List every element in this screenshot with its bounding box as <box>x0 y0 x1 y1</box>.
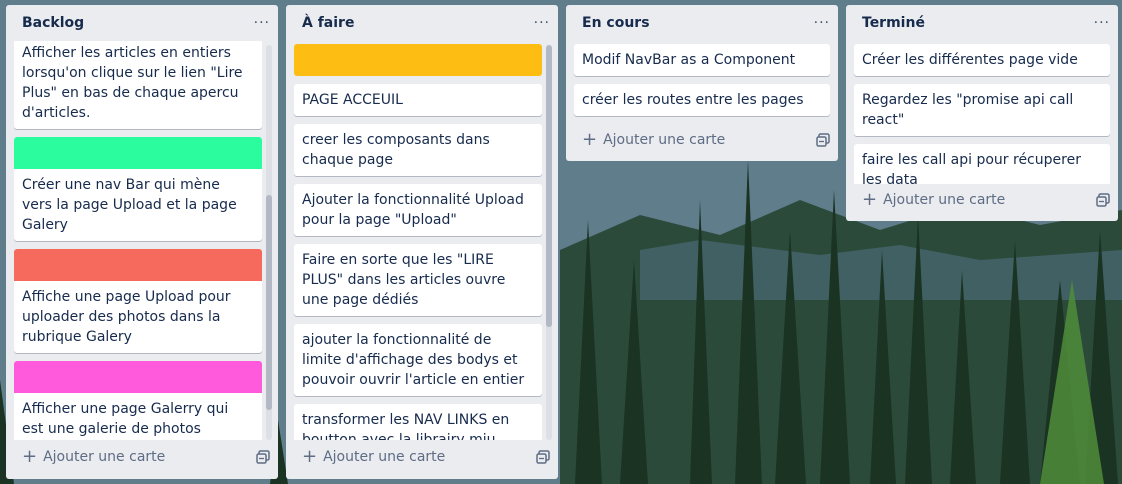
card[interactable]: Regardez les "promise api call react" <box>854 84 1110 136</box>
card-text: Modif NavBar as a Component <box>582 52 796 68</box>
card-list: PAGE ACCEUIL creer les composants dans c… <box>294 44 542 440</box>
add-card-button[interactable]: + Ajouter une carte <box>294 448 445 466</box>
plus-icon: + <box>582 129 598 150</box>
card-text: ajouter la fonctionnalité de limite d'af… <box>302 332 525 388</box>
list-header: À faire ··· <box>286 5 558 41</box>
card[interactable]: Ajouter la fonctionnalité Upload pour la… <box>294 184 542 236</box>
plus-icon: + <box>862 189 878 210</box>
card[interactable]: créer les routes entre les pages <box>574 84 830 116</box>
card[interactable]: Faire en sorte que les "LIRE PLUS" dans … <box>294 244 542 316</box>
scrollbar[interactable] <box>546 45 552 440</box>
card[interactable]: Créer les différentes page vide <box>854 44 1110 76</box>
card-label-red <box>14 249 262 281</box>
list-title[interactable]: Terminé <box>862 15 925 31</box>
card-label-green <box>14 137 262 169</box>
list-title[interactable]: À faire <box>302 15 354 31</box>
card[interactable]: transformer les NAV LINKS en boutton ave… <box>294 404 542 440</box>
card-template-icon[interactable] <box>816 133 830 147</box>
card-text: Affiche une page Upload pour uploader de… <box>22 289 231 345</box>
card-text: Ajouter la fonctionnalité Upload pour la… <box>302 192 524 228</box>
card-text: créer les routes entre les pages <box>582 92 804 108</box>
list-termine: Terminé ··· Créer les différentes page v… <box>846 5 1118 221</box>
card[interactable]: ajouter la fonctionnalité de limite d'af… <box>294 324 542 396</box>
add-card-label: Ajouter une carte <box>43 449 166 465</box>
add-card-label: Ajouter une carte <box>323 449 446 465</box>
list-footer: + Ajouter une carte <box>574 126 830 154</box>
list-header: Backlog ··· <box>6 5 278 41</box>
scrollbar-thumb[interactable] <box>546 45 552 327</box>
add-card-button[interactable]: + Ajouter une carte <box>574 131 725 149</box>
card[interactable]: Modif NavBar as a Component <box>574 44 830 76</box>
card-text: transformer les NAV LINKS en boutton ave… <box>302 412 510 440</box>
card[interactable]: creer les composants dans chaque page <box>294 124 542 176</box>
card-text: Créer les différentes page vide <box>862 52 1078 68</box>
list-a-faire: À faire ··· PAGE ACCEUIL creer les compo… <box>286 5 558 479</box>
scrollbar[interactable] <box>266 45 272 440</box>
card-list: Créer les différentes page vide Regardez… <box>854 44 1110 184</box>
card[interactable]: Afficher une page Galerry qui est une ga… <box>14 361 262 440</box>
add-card-label: Ajouter une carte <box>603 132 726 148</box>
card-list: Afficher les articles en entiers lorsqu'… <box>14 41 262 440</box>
card-text: Faire en sorte que les "LIRE PLUS" dans … <box>302 252 506 308</box>
list-menu-icon[interactable]: ··· <box>814 15 830 31</box>
plus-icon: + <box>302 446 318 467</box>
card[interactable]: PAGE ACCEUIL <box>294 84 542 116</box>
add-card-button[interactable]: + Ajouter une carte <box>854 191 1005 209</box>
card[interactable]: Affiche une page Upload pour uploader de… <box>14 249 262 353</box>
list-footer: + Ajouter une carte <box>294 443 550 471</box>
card-text: PAGE ACCEUIL <box>302 92 403 108</box>
list-footer: + Ajouter une carte <box>854 186 1110 214</box>
list-backlog: Backlog ··· Afficher les articles en ent… <box>6 5 278 479</box>
add-card-label: Ajouter une carte <box>883 192 1006 208</box>
card-template-icon[interactable] <box>536 450 550 464</box>
card-template-icon[interactable] <box>1096 193 1110 207</box>
list-footer: + Ajouter une carte <box>14 443 270 471</box>
add-card-button[interactable]: + Ajouter une carte <box>14 448 165 466</box>
card[interactable]: Afficher les articles en entiers lorsqu'… <box>14 41 262 129</box>
card[interactable]: Créer une nav Bar qui mène vers la page … <box>14 137 262 241</box>
card-text: creer les composants dans chaque page <box>302 132 490 168</box>
list-menu-icon[interactable]: ··· <box>534 15 550 31</box>
scrollbar-thumb[interactable] <box>266 195 272 410</box>
card-list: Modif NavBar as a Component créer les ro… <box>574 44 830 124</box>
plus-icon: + <box>22 446 38 467</box>
card-text: Afficher une page Galerry qui est une ga… <box>22 401 229 437</box>
list-title[interactable]: En cours <box>582 15 650 31</box>
card-text: faire les call api pour récuperer les da… <box>862 152 1081 184</box>
card-text: Créer une nav Bar qui mène vers la page … <box>22 177 237 233</box>
card-label-pink <box>14 361 262 393</box>
list-title[interactable]: Backlog <box>22 15 84 31</box>
list-menu-icon[interactable]: ··· <box>1094 15 1110 31</box>
card-text: Afficher les articles en entiers lorsqu'… <box>22 45 243 121</box>
list-header: En cours ··· <box>566 5 838 41</box>
list-en-cours: En cours ··· Modif NavBar as a Component… <box>566 5 838 161</box>
list-header: Terminé ··· <box>846 5 1118 41</box>
card-template-icon[interactable] <box>256 450 270 464</box>
card[interactable]: faire les call api pour récuperer les da… <box>854 144 1110 184</box>
card-cover-yellow[interactable] <box>294 44 542 76</box>
card-text: Regardez les "promise api call react" <box>862 92 1074 128</box>
list-menu-icon[interactable]: ··· <box>254 15 270 31</box>
